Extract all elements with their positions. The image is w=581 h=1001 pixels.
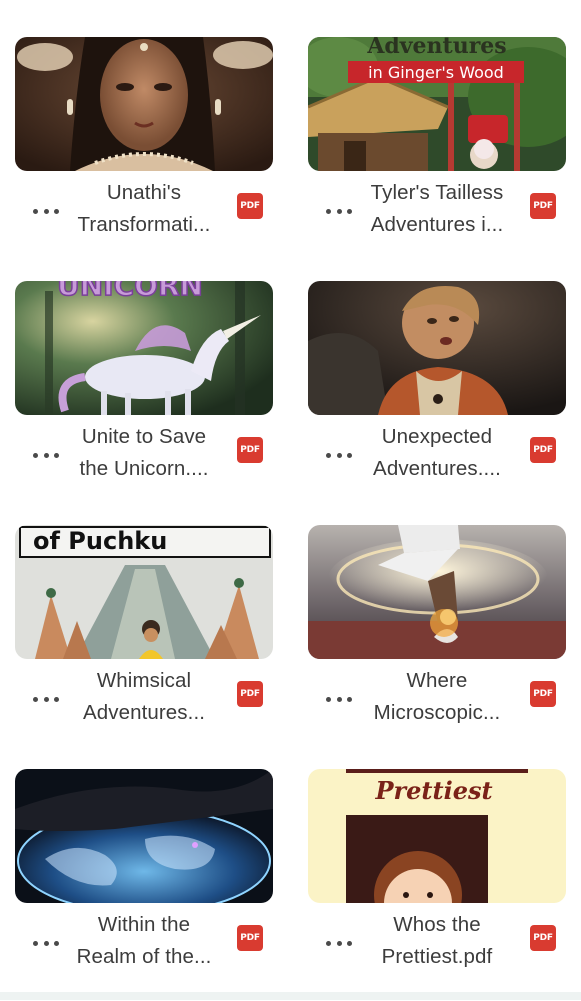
more-options-button[interactable] (33, 203, 59, 219)
portrait-thumbnail-icon (15, 37, 273, 171)
more-options-button[interactable] (326, 935, 352, 951)
file-title[interactable]: Whimsical Adventures... (67, 665, 221, 737)
thumb-caption: in Ginger's Wood (368, 63, 504, 82)
file-title[interactable]: Within the Realm of the... (67, 909, 221, 981)
more-options-button[interactable] (326, 447, 352, 463)
thumb-caption: UNICORN (57, 281, 203, 302)
pdf-file-icon: PDF (237, 193, 263, 219)
file-card[interactable]: Adventures in Ginger's Wood Tyler's Tail… (308, 37, 566, 269)
file-card[interactable]: Unathi's Transformati... PDF (15, 37, 273, 269)
file-thumbnail[interactable] (15, 769, 273, 903)
file-card[interactable]: Prettiest Whos the Prettiest.pdf PDF (308, 769, 566, 1001)
file-thumbnail[interactable]: of Puchku (15, 525, 273, 659)
pdf-file-icon: PDF (530, 925, 556, 951)
bottom-edge (0, 992, 581, 1000)
pdf-file-icon: PDF (237, 681, 263, 707)
file-card[interactable]: UNICORN Unite to Save the Unicorn.... PD… (15, 281, 273, 513)
file-thumbnail[interactable]: Prettiest (308, 769, 566, 903)
file-card[interactable]: Unexpected Adventures.... PDF (308, 281, 566, 513)
more-options-button[interactable] (33, 691, 59, 707)
file-title[interactable]: Tyler's Tailless Adventures i... (360, 177, 514, 249)
globe-hologram-thumbnail-icon (15, 769, 273, 903)
boy-looking-up-thumbnail-icon (308, 281, 566, 415)
more-options-button[interactable] (33, 447, 59, 463)
file-title[interactable]: Where Microscopic... (360, 665, 514, 737)
file-card[interactable]: Where Microscopic... PDF (308, 525, 566, 757)
file-title[interactable]: Unathi's Transformati... (67, 177, 221, 249)
cottage-thumbnail-icon: Adventures in Ginger's Wood (308, 37, 566, 171)
pdf-file-icon: PDF (237, 437, 263, 463)
thumb-caption: of Puchku (33, 527, 167, 555)
more-options-button[interactable] (326, 203, 352, 219)
file-thumbnail[interactable]: Adventures in Ginger's Wood (308, 37, 566, 171)
magic-portal-thumbnail-icon (308, 525, 566, 659)
file-thumbnail[interactable]: UNICORN (15, 281, 273, 415)
pdf-file-icon: PDF (530, 437, 556, 463)
file-card[interactable]: of Puchku Whimsical Adventures... PDF (15, 525, 273, 757)
pdf-file-icon: PDF (237, 925, 263, 951)
more-options-button[interactable] (326, 691, 352, 707)
file-grid: Unathi's Transformati... PDF Adventures … (0, 0, 581, 1000)
pdf-file-icon: PDF (530, 193, 556, 219)
more-options-button[interactable] (33, 935, 59, 951)
girl-portrait-thumbnail-icon: Prettiest (308, 769, 566, 903)
mountain-thumbnail-icon: of Puchku (15, 525, 273, 659)
thumb-caption: Prettiest (374, 776, 492, 805)
file-title[interactable]: Whos the Prettiest.pdf (360, 909, 514, 981)
unicorn-thumbnail-icon: UNICORN (15, 281, 273, 415)
thumb-caption: Adventures (366, 37, 506, 59)
file-card[interactable]: Within the Realm of the... PDF (15, 769, 273, 1001)
file-title[interactable]: Unite to Save the Unicorn.... (67, 421, 221, 493)
pdf-file-icon: PDF (530, 681, 556, 707)
file-thumbnail[interactable] (308, 525, 566, 659)
file-title[interactable]: Unexpected Adventures.... (360, 421, 514, 493)
file-thumbnail[interactable] (15, 37, 273, 171)
file-thumbnail[interactable] (308, 281, 566, 415)
